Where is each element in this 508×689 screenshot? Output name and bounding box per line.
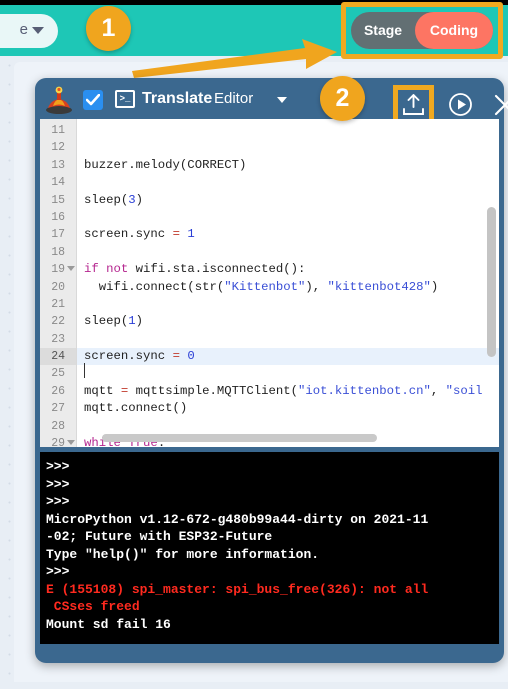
line-number: 13 <box>51 158 65 172</box>
line-number: 11 <box>51 124 65 137</box>
line-number: 24 <box>40 348 76 366</box>
editor-menu-label[interactable]: Editor <box>214 90 253 107</box>
terminal-icon[interactable]: >_ <box>115 90 135 108</box>
code-vertical-scrollbar[interactable] <box>487 207 496 357</box>
code-line[interactable]: mqtt.connect() <box>77 400 499 417</box>
code-line[interactable]: if not wifi.sta.isconnected(): <box>77 261 499 278</box>
enable-checkbox[interactable] <box>83 90 103 110</box>
translate-button[interactable]: Translate <box>142 90 212 108</box>
code-line[interactable] <box>77 244 499 261</box>
code-editor-area[interactable]: 1112131415161718192021222324252627282930… <box>40 119 499 447</box>
editor-titlebar: >_ Translate Editor <box>35 78 508 126</box>
console-line: >>> <box>46 494 70 509</box>
code-line[interactable]: sleep(1) <box>77 313 499 330</box>
line-number: 15 <box>51 193 65 207</box>
console-output[interactable]: >>> >>> >>> MicroPython v1.12-672-g480b99a4… <box>40 452 499 644</box>
line-number: 27 <box>51 402 65 416</box>
line-number: 14 <box>51 176 65 190</box>
console-line: Type "help()" for more information. <box>46 546 320 562</box>
line-number: 20 <box>51 280 65 294</box>
kittenbot-logo-icon <box>46 86 72 114</box>
code-horizontal-scrollbar[interactable] <box>102 434 377 442</box>
console-line: >>> <box>46 459 70 474</box>
line-number: 16 <box>51 210 65 224</box>
code-line[interactable]: screen.sync = 0 <box>77 348 499 366</box>
annotation-badge-1: 1 <box>86 6 131 51</box>
code-line[interactable] <box>77 296 499 313</box>
code-line[interactable] <box>77 139 499 156</box>
code-line[interactable]: sleep(3) <box>77 192 499 209</box>
annotation-badge-2: 2 <box>320 76 365 121</box>
console-error-line: CSses freed <box>46 599 140 614</box>
console-line: Mount sd fail 16 <box>46 616 171 632</box>
code-line[interactable]: mqtt = mqttsimple.MQTTClient("iot.kitten… <box>77 383 499 400</box>
code-line[interactable]: buzzer.melody(CORRECT) <box>77 157 499 174</box>
close-button[interactable] <box>492 92 508 118</box>
chevron-down-icon <box>277 97 287 103</box>
code-line[interactable]: screen.sync = 1 <box>77 226 499 243</box>
line-number: 29 <box>40 435 76 447</box>
code-line[interactable] <box>77 365 499 382</box>
chevron-down-icon <box>32 27 44 34</box>
console-line: -02; Future with ESP32-Future <box>46 529 273 544</box>
line-number: 19 <box>40 261 76 278</box>
annotation-highlight-stage-toggle <box>341 2 503 59</box>
console-line: >>> <box>46 564 70 579</box>
menu-dropdown[interactable]: e <box>0 14 58 48</box>
line-number: 28 <box>51 419 65 433</box>
menu-dropdown-label: e <box>19 21 28 38</box>
code-line[interactable]: wifi.connect(str("Kittenbot"), "kittenbo… <box>77 279 499 296</box>
line-number: 23 <box>51 332 65 346</box>
console-line: >>> <box>46 476 70 492</box>
console-line: MicroPython v1.12-672-g480b99a44-dirty o… <box>46 511 429 527</box>
line-number: 22 <box>51 315 65 329</box>
line-number: 21 <box>51 297 65 311</box>
line-number-gutter: 1112131415161718192021222324252627282930… <box>40 119 77 447</box>
code-editor-window: >_ Translate Editor 11 12 13 14 15 16 17 18 19 20… <box>35 78 508 663</box>
line-number: 18 <box>51 245 65 259</box>
annotation-arrow-1 <box>132 39 337 78</box>
code-lines[interactable]: buzzer.melody(CORRECT) sleep(3) screen.s… <box>77 119 499 447</box>
run-button[interactable] <box>448 92 473 117</box>
code-line[interactable] <box>77 122 499 139</box>
code-line[interactable] <box>77 331 499 348</box>
console-error-line: E (155108) spi_master: spi_bus_free(326)… <box>46 581 429 597</box>
code-line[interactable] <box>77 418 499 435</box>
code-line[interactable] <box>77 209 499 226</box>
code-line[interactable] <box>77 174 499 191</box>
line-number: 12 <box>51 141 65 155</box>
line-number: 26 <box>51 384 65 398</box>
code-fold-toggle-icon[interactable] <box>67 440 75 446</box>
line-number: 17 <box>51 228 65 242</box>
code-fold-toggle-icon[interactable] <box>67 266 75 272</box>
line-number: 25 <box>51 367 65 381</box>
text-caret <box>84 363 85 378</box>
